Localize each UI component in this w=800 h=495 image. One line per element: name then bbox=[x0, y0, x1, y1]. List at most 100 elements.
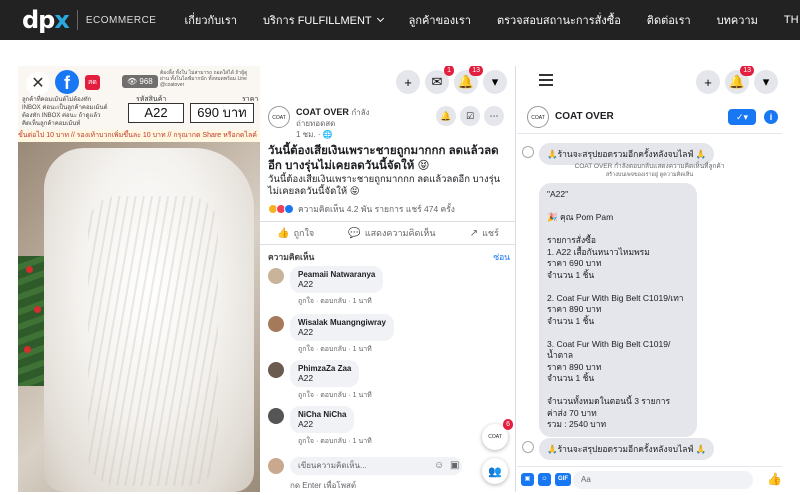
messenger-top-icons: + 🔔 13 ▾ bbox=[691, 66, 778, 94]
create-button[interactable]: + bbox=[396, 70, 420, 94]
order-line bbox=[547, 327, 689, 339]
comment-actions[interactable]: ถูกใจ · ตอบกลับ · 1 นาที bbox=[298, 344, 372, 355]
comment-bubble: PhimzaZa Zaa A22 bbox=[290, 360, 360, 387]
nav-item-contact[interactable]: ติดต่อเรา bbox=[647, 11, 691, 29]
sticker-icon[interactable]: ▣ bbox=[450, 460, 459, 471]
nav-item-order-status[interactable]: ตรวจสอบสถานะการสั่งซื้อ bbox=[497, 11, 621, 29]
bell-icon[interactable]: 🔔 bbox=[436, 106, 456, 126]
plus-icon: + bbox=[404, 74, 412, 90]
bell-icon: 🔔 bbox=[728, 74, 746, 89]
product-code: A22 bbox=[128, 103, 184, 123]
live-video-panel[interactable]: ✕ f สด 👁 968 ลูกค้าที่คอมเม้นต์ไม่ต้องทั… bbox=[18, 66, 260, 492]
language-selector[interactable]: TH bbox=[784, 14, 800, 26]
comment-item: Wisalak Muangngiwray A22 ถูกใจ · ตอบกลับ… bbox=[268, 314, 510, 358]
emoji-icon[interactable]: ☺ bbox=[434, 460, 444, 471]
comment-actions[interactable]: ถูกใจ · ตอบกลับ · 1 นาที bbox=[298, 296, 372, 307]
post-title: วันนี้ต้องเสียเงินเพราะชายถูกมากกก ลดแล้… bbox=[268, 145, 499, 172]
order-line: ค่าส่ง 70 บาท bbox=[547, 407, 597, 418]
share-button[interactable]: ↗ แชร์ bbox=[470, 226, 499, 240]
like-reaction-icon bbox=[284, 204, 294, 214]
messenger-button[interactable]: ✉ 1 bbox=[425, 66, 454, 94]
sender-avatar bbox=[522, 146, 534, 158]
logo-subtitle: ECOMMERCE bbox=[85, 14, 157, 26]
commenter-avatar[interactable] bbox=[268, 268, 284, 284]
conversation-name[interactable]: COAT OVER bbox=[555, 111, 614, 122]
notifications-button[interactable]: 🔔 13 bbox=[454, 66, 483, 94]
order-line: จำนวน 1 ชิ้น bbox=[547, 373, 595, 383]
comment-item: Peamaii Natwaranya A22 ถูกใจ · ตอบกลับ ·… bbox=[268, 266, 510, 310]
promo-text-left: ลูกค้าที่คอมเม้นต์ไม่ต้องทัก INBOX ค่อนะ… bbox=[22, 97, 108, 127]
nav-item-articles[interactable]: บทความ bbox=[717, 11, 758, 29]
photo-icon[interactable]: ▣ bbox=[521, 473, 534, 486]
like-button[interactable]: 👍 ถูกใจ bbox=[277, 226, 314, 240]
order-line bbox=[547, 224, 689, 236]
commenter-avatar[interactable] bbox=[268, 408, 284, 424]
create-button[interactable]: + bbox=[696, 70, 720, 94]
comment-bubble: Wisalak Muangngiwray A22 bbox=[290, 314, 394, 341]
nav-menu: เกี่ยวกับเรา บริการ FULFILLMENT ลูกค้าขอ… bbox=[184, 11, 800, 29]
page-chat-button[interactable]: COAT 6 bbox=[482, 419, 513, 450]
post-body: วันนี้ต้องเสียเงินเพราะชายถูกมากกก ลดแล้… bbox=[268, 174, 501, 197]
order-line: จำนวนทั้งหมดในตอนนี้ 3 รายการ bbox=[547, 396, 671, 406]
product-price: 690 บาท bbox=[190, 103, 254, 123]
page-avatar[interactable]: COAT bbox=[268, 106, 290, 128]
order-line: จำนวน 1 ชิ้น bbox=[547, 315, 595, 326]
comment-item: NiCha NiCha A22 ถูกใจ · ตอบกลับ · 1 นาที bbox=[268, 406, 510, 450]
message-input[interactable]: Aa bbox=[573, 471, 753, 489]
messenger-icon: ✉ bbox=[431, 74, 443, 89]
nav-item-fulfillment[interactable]: บริการ FULFILLMENT bbox=[263, 11, 384, 29]
commenter-avatar[interactable] bbox=[268, 362, 284, 378]
logo-mark: dpx bbox=[22, 6, 70, 34]
thumbs-up-icon[interactable]: 👍 bbox=[767, 472, 782, 486]
commenter-name[interactable]: Wisalak Muangngiwray bbox=[298, 318, 386, 327]
promo-text-right: ต้องลิ้ง ทั้งใน ไม่สามารถ ถอดใส่ได้ ถ้าผ… bbox=[160, 70, 248, 88]
comment-bubble: Peamaii Natwaranya A22 bbox=[290, 266, 384, 293]
fur-coat-texture bbox=[88, 196, 218, 486]
facebook-icon: f bbox=[55, 70, 79, 94]
more-options-icon[interactable]: ⋯ bbox=[484, 106, 504, 126]
commenter-avatar[interactable] bbox=[268, 316, 284, 332]
chat-badge: 6 bbox=[503, 419, 513, 430]
sticker-icon[interactable]: ☺ bbox=[538, 473, 551, 486]
order-line: รวม : 2540 บาท bbox=[547, 419, 607, 429]
account-menu-button[interactable]: ▾ bbox=[483, 70, 507, 94]
order-line: ราคา 890 บาท bbox=[547, 361, 602, 372]
reaction-summary[interactable]: ความคิดเห็น 4.2 พัน รายการ แชร์ 474 ครั้… bbox=[268, 202, 510, 216]
post-header-icons: 🔔 ☑ ⋯ bbox=[432, 106, 504, 126]
comment-text: A22 bbox=[298, 279, 314, 289]
account-menu-button[interactable]: ▾ bbox=[754, 70, 778, 94]
current-user-avatar bbox=[268, 458, 284, 474]
order-line: ราคา 890 บาท bbox=[547, 304, 602, 314]
dpx-logo[interactable]: dpx ECOMMERCE bbox=[22, 6, 156, 34]
close-button[interactable]: ✕ bbox=[26, 72, 50, 96]
caret-down-icon: ▾ bbox=[762, 74, 770, 89]
order-line: 3. Coat Fur With Big Belt C1019/น้ำตาล bbox=[547, 338, 671, 361]
notifications-button[interactable]: 🔔 13 bbox=[725, 66, 754, 94]
comment-bubble: NiCha NiCha A22 bbox=[290, 406, 355, 433]
hamburger-menu-icon[interactable] bbox=[539, 74, 553, 86]
logo-divider bbox=[76, 10, 78, 30]
info-icon[interactable]: i bbox=[764, 110, 778, 124]
thumbs-up-icon: 👍 bbox=[277, 227, 290, 239]
christmas-tree bbox=[18, 256, 46, 386]
nav-item-about[interactable]: เกี่ยวกับเรา bbox=[184, 11, 237, 29]
comment-button[interactable]: 💬 แสดงความคิดเห็น bbox=[348, 226, 435, 240]
save-icon[interactable]: ☑ bbox=[460, 106, 480, 126]
comment-text: A22 bbox=[298, 419, 314, 429]
comment-actions[interactable]: ถูกใจ · ตอบกลับ · 1 นาที bbox=[298, 436, 372, 447]
order-line bbox=[547, 201, 689, 213]
mark-done-button[interactable]: ✓▾ bbox=[728, 109, 756, 125]
hide-comments-link[interactable]: ซ่อน bbox=[493, 250, 510, 264]
commenter-name[interactable]: NiCha NiCha bbox=[298, 410, 346, 419]
system-message: COAT OVER กำลังตอบกลับแสดงความคิดเห็นที่… bbox=[574, 163, 725, 178]
post-timestamp[interactable]: 1 ชม. · 🌐 bbox=[296, 128, 333, 141]
commenter-name[interactable]: Peamaii Natwaranya bbox=[298, 270, 375, 279]
fb-top-icons: + ✉ 1 🔔 13 ▾ bbox=[391, 66, 507, 94]
order-line bbox=[547, 281, 689, 293]
notification-badge: 13 bbox=[740, 66, 754, 76]
gif-icon[interactable]: GIF bbox=[555, 473, 571, 486]
commenter-name[interactable]: PhimzaZa Zaa bbox=[298, 364, 351, 373]
nav-item-customers[interactable]: ลูกค้าของเรา bbox=[409, 11, 471, 29]
page-avatar[interactable]: COAT bbox=[527, 106, 549, 128]
comment-actions[interactable]: ถูกใจ · ตอบกลับ · 1 นาที bbox=[298, 390, 372, 401]
